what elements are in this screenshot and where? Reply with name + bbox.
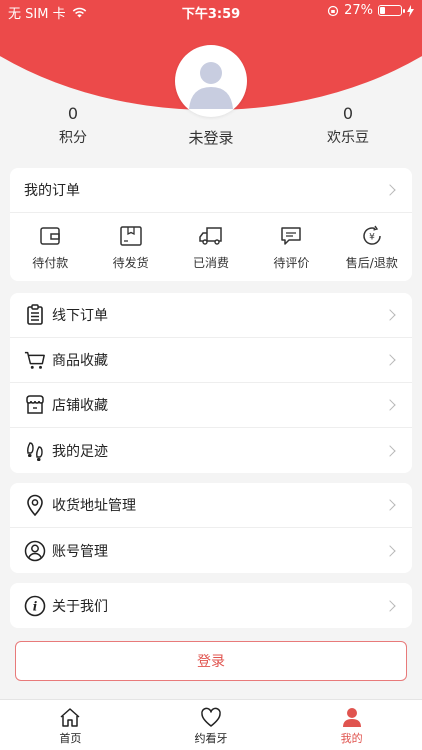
- chevron-right-icon: [384, 184, 396, 196]
- order-pending-review[interactable]: 待评价: [251, 223, 331, 271]
- order-after-sales[interactable]: ¥ 售后/退款: [332, 223, 412, 271]
- account-management-label: 账号管理: [52, 543, 108, 560]
- chevron-right-icon: [384, 544, 396, 557]
- about-us-row[interactable]: i 关于我们: [10, 583, 412, 628]
- tab-home[interactable]: 首页: [0, 700, 141, 750]
- wallet-icon: [40, 227, 60, 245]
- chevron-right-icon: [384, 444, 396, 457]
- tab-dental-appointment[interactable]: 约看牙: [141, 700, 282, 750]
- svg-text:¥: ¥: [369, 233, 375, 243]
- my-orders-title: 我的订单: [24, 183, 80, 199]
- status-bar: 无 SIM 卡 下午3:59 27%: [0, 0, 422, 22]
- heart-icon: [201, 707, 221, 727]
- product-favorites-label: 商品收藏: [52, 353, 108, 369]
- person-icon: [342, 707, 361, 727]
- menu-card-account: 收货地址管理 账号管理: [10, 483, 412, 573]
- refund-icon: ¥: [363, 225, 381, 245]
- orders-card: 我的订单 待付款 待发货 已消费 待评价 ¥ 售后/退款: [10, 168, 412, 281]
- address-management-row[interactable]: 收货地址管理: [10, 483, 412, 528]
- battery-percent: 27%: [344, 3, 373, 18]
- svg-text:i: i: [33, 599, 38, 613]
- login-state-text[interactable]: 未登录: [161, 127, 261, 148]
- info-icon: i: [24, 595, 46, 616]
- offline-orders-label: 线下订单: [52, 308, 108, 324]
- box-icon: [119, 226, 142, 246]
- order-item-label: 售后/退款: [345, 256, 398, 270]
- chevron-right-icon: [384, 399, 396, 411]
- order-item-label: 已消费: [193, 256, 230, 270]
- tab-mine[interactable]: 我的: [281, 700, 422, 750]
- points-label: 积分: [59, 130, 87, 146]
- charging-icon: [407, 4, 414, 17]
- chevron-right-icon: [384, 309, 396, 321]
- footprint-label: 我的足迹: [52, 443, 108, 460]
- happy-beans-stat[interactable]: 0 欢乐豆: [303, 104, 393, 147]
- tab-dental-appointment-label: 约看牙: [194, 732, 228, 745]
- order-item-label: 待评价: [273, 256, 310, 270]
- order-item-label: 待付款: [32, 256, 69, 270]
- user-icon: [24, 540, 46, 561]
- store-icon: [26, 395, 44, 414]
- happy-beans-label: 欢乐豆: [327, 130, 369, 146]
- order-consumed[interactable]: 已消费: [171, 223, 251, 271]
- tab-bar: 首页 约看牙 我的: [0, 699, 422, 750]
- login-button[interactable]: 登录: [15, 641, 407, 681]
- rotation-lock-icon: [327, 5, 339, 16]
- footprint-row[interactable]: 我的足迹: [10, 428, 412, 473]
- my-orders-row[interactable]: 我的订单: [10, 168, 412, 213]
- battery-icon: [378, 5, 405, 16]
- tab-mine-label: 我的: [340, 732, 363, 745]
- truck-icon: [199, 227, 222, 245]
- points-stat[interactable]: 0 积分: [28, 104, 118, 147]
- home-icon: [60, 707, 80, 727]
- happy-beans-value: 0: [342, 104, 354, 123]
- chevron-right-icon: [384, 354, 396, 366]
- menu-card-orders-favorites: 线下订单 商品收藏 店铺收藏 我的足迹: [10, 293, 412, 473]
- chevron-right-icon: [384, 499, 396, 511]
- store-favorites-row[interactable]: 店铺收藏: [10, 383, 412, 428]
- comment-icon: [281, 227, 302, 245]
- order-pending-payment[interactable]: 待付款: [10, 223, 90, 271]
- address-management-label: 收货地址管理: [52, 498, 136, 514]
- store-favorites-label: 店铺收藏: [52, 398, 108, 414]
- account-management-row[interactable]: 账号管理: [10, 528, 412, 573]
- location-icon: [27, 494, 43, 516]
- product-favorites-row[interactable]: 商品收藏: [10, 338, 412, 383]
- default-avatar-icon: [189, 62, 233, 109]
- footprint-icon: [27, 441, 43, 461]
- points-value: 0: [67, 104, 79, 123]
- offline-orders-row[interactable]: 线下订单: [10, 293, 412, 338]
- order-item-label: 待发货: [112, 256, 149, 270]
- menu-card-about: i 关于我们: [10, 583, 412, 628]
- about-us-label: 关于我们: [52, 598, 108, 615]
- clipboard-icon: [27, 304, 43, 325]
- chevron-right-icon: [384, 599, 396, 612]
- tab-home-label: 首页: [59, 732, 82, 745]
- order-pending-shipment[interactable]: 待发货: [90, 223, 170, 271]
- avatar[interactable]: [175, 45, 247, 117]
- cart-icon: [24, 351, 45, 369]
